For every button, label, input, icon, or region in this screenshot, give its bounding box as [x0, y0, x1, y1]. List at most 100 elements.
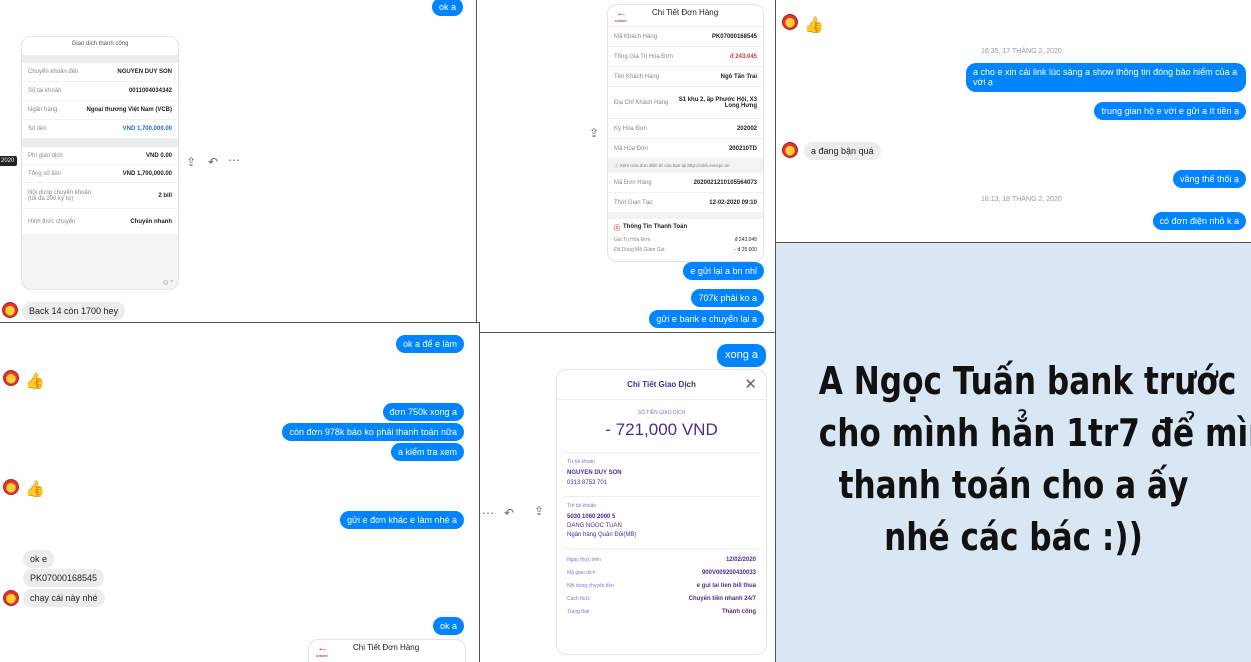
row-value: 900V009200430033: [701, 569, 756, 576]
sent-message[interactable]: ok a để e làm: [395, 335, 464, 354]
sent-message[interactable]: a cho e xin cái link lúc sáng a show thô…: [966, 63, 1246, 92]
avatar[interactable]: [3, 590, 19, 606]
share-icon[interactable]: ⇪: [186, 156, 196, 168]
transaction-detail-card[interactable]: Chi Tiết Giao Dịch ✕ SỐ TIỀN GIAO DỊCH -…: [556, 369, 767, 655]
order-detail-card[interactable]: ← Chi Tiết Đơn Hàng EVNSPC Mã Khách Hàng…: [607, 4, 764, 262]
row-label: Tổng số tiền: [28, 170, 62, 177]
payment-section-header: ⓢ Thông Tin Thanh Toán: [608, 219, 763, 235]
row-label: Nội dung chuyển khoản (tối đa 200 ký tự): [28, 189, 92, 202]
reaction-icon[interactable]: ☺⁺: [162, 278, 174, 287]
sent-message[interactable]: còn đơn 978k báo ko phải thanh toán nữa: [282, 423, 464, 442]
share-icon[interactable]: ⇪: [534, 505, 544, 517]
row-label: Mã Hóa Đơn: [614, 145, 649, 152]
receipt-row: Số tài khoản 0011004034342: [22, 82, 178, 101]
back-arrow-icon[interactable]: ←: [616, 7, 627, 19]
amount-label: SỐ TIỀN GIAO DỊCH: [637, 410, 686, 416]
avatar[interactable]: [782, 14, 798, 30]
received-message[interactable]: Back 14 còn 1700 hey: [22, 302, 126, 321]
caption-line: cho mình hẳn 1tr7 để mình: [818, 411, 1251, 455]
transaction-row: Mã giao dịch 900V009200430033: [557, 566, 766, 579]
row-label: Kỳ Hóa Đơn: [614, 125, 647, 132]
from-name: NGUYEN DUY SON: [567, 470, 622, 476]
row-value: Ngoại thương Việt Nam (VCB): [86, 107, 172, 113]
row-label: Tổng Giá Trị Hóa Đơn: [614, 53, 673, 60]
row-label: Số tài khoản: [28, 88, 62, 94]
transaction-row: Ngày thực hiện 12/02/2020: [557, 553, 766, 566]
row-value: 12-02-2020 09:10: [709, 199, 757, 206]
reply-icon[interactable]: ↶: [208, 156, 218, 168]
row-label: Chuyển khoản đến: [28, 69, 79, 75]
row-value: Thành công: [722, 608, 756, 615]
sent-message[interactable]: gửi e bank e chuyển lại a: [649, 310, 764, 329]
row-label: Trạng thái: [567, 608, 590, 615]
to-bank: Ngân hàng Quân Đội(MB): [567, 532, 637, 538]
receipt-row: Ngân hàng Ngoại thương Việt Nam (VCB): [22, 101, 178, 120]
row-value: - đ 25.000: [734, 247, 757, 253]
received-message[interactable]: ok e: [23, 550, 55, 569]
received-message[interactable]: chạy cái này nhé: [23, 589, 105, 608]
sent-message[interactable]: ok a: [432, 617, 464, 636]
avatar[interactable]: [3, 370, 19, 386]
sent-message[interactable]: xong a: [716, 344, 766, 367]
brand-logo: EVNSPC: [316, 654, 329, 658]
divider: [563, 496, 760, 497]
chat-panel-5: xong a ⋯ ↶ ⇪ Chi Tiết Giao Dịch ✕ SỐ TIỀ…: [480, 333, 776, 662]
transaction-row: Nội dung chuyển tiền e gui lai tien bill …: [557, 579, 766, 592]
row-value: 2 bill: [158, 192, 172, 199]
pay-row: Giá Trị Hóa Đơn đ 243.045: [608, 235, 763, 245]
more-icon[interactable]: ⋯: [482, 507, 494, 519]
share-icon[interactable]: ⇪: [589, 127, 599, 139]
row-value: 202002: [736, 125, 757, 132]
sent-message[interactable]: ok a: [431, 0, 463, 17]
close-icon[interactable]: ✕: [744, 375, 757, 393]
row-label: Mã Khách Hàng: [614, 33, 658, 40]
divider: [563, 452, 760, 453]
order-detail-card[interactable]: ← Chi Tiết Đơn Hàng EVNSPC: [308, 639, 466, 662]
sent-message[interactable]: đơn 750k xong a: [382, 403, 464, 422]
avatar[interactable]: [3, 479, 19, 495]
order-row: Tổng Giá Trị Hóa Đơn đ 243.045: [608, 47, 763, 67]
sent-message[interactable]: e gửi lại a bn nhỉ: [683, 262, 764, 281]
reply-icon[interactable]: ↶: [504, 507, 514, 519]
timestamp: 16:13, 18 THÁNG 2, 2020: [981, 196, 1062, 203]
row-value: 200210TD: [728, 145, 757, 152]
sent-message[interactable]: có đơn điện nhỏ k a: [1152, 212, 1246, 231]
sent-message[interactable]: a kiểm tra xem: [390, 443, 464, 462]
more-icon[interactable]: ⋯: [228, 154, 240, 166]
bank-receipt-card[interactable]: Giao dịch thành công Chuyển khoản đến NGU…: [21, 36, 179, 290]
caption-line: A Ngọc Tuấn bank trước: [818, 359, 1237, 403]
row-label: Thời Gian Tạo: [614, 199, 653, 206]
received-message[interactable]: PK07000168545: [23, 569, 105, 588]
invoice-note[interactable]: ⓘ Xem Hóa đơn điện tử của bạn tại http:/…: [608, 159, 763, 173]
divider: [563, 548, 760, 549]
order-header: ← Chi Tiết Đơn Hàng EVNSPC: [608, 5, 763, 27]
receipt-row: Số tiền VND 1,700,000.00: [22, 120, 178, 139]
row-value: 2020021210105564073: [693, 179, 757, 186]
row-value: VND 1,700,000.00: [122, 170, 172, 177]
to-name: DANG NGOC TUAN: [567, 523, 622, 529]
like-icon: 👍: [804, 17, 824, 34]
row-label: Mã giao dịch: [567, 569, 596, 576]
received-message[interactable]: a đang bận quá: [804, 142, 881, 161]
receipt-row: Tổng số tiền VND 1,700,000.00: [22, 165, 178, 183]
to-account: 5030 1060 2000 5: [567, 514, 616, 520]
sent-message[interactable]: vâng thế thôi ạ: [1172, 170, 1246, 189]
sent-message[interactable]: trung gian hộ e với e gửi a ít tiền ạ: [1094, 102, 1246, 121]
back-arrow-icon[interactable]: ←: [317, 642, 328, 654]
row-value: VND 1,700,000.00: [122, 126, 172, 132]
divider: [22, 139, 178, 147]
order-row: Mã Khách Hàng PK07000168545: [608, 27, 763, 47]
transaction-title: Chi Tiết Giao Dịch: [627, 380, 696, 389]
order-row: Thời Gian Tạo 12-02-2020 09:10: [608, 193, 763, 213]
sent-message[interactable]: 707k phải ko a: [691, 289, 764, 308]
sent-message[interactable]: gửi e đơn khác e làm nhé a: [340, 511, 464, 530]
like-icon: 👍: [25, 373, 45, 390]
order-title: Chi Tiết Đơn Hàng: [353, 643, 420, 652]
timestamp: 16:35, 17 THÁNG 2, 2020: [981, 48, 1062, 55]
avatar[interactable]: [2, 302, 18, 318]
divider: [22, 55, 178, 63]
row-label: Giá Trị Hóa Đơn: [614, 237, 651, 243]
avatar[interactable]: [782, 142, 798, 158]
chat-panel-4: ok a để e làm 👍 đơn 750k xong a còn đơn …: [0, 322, 480, 662]
transaction-row: Trạng thái Thành công: [557, 605, 766, 618]
